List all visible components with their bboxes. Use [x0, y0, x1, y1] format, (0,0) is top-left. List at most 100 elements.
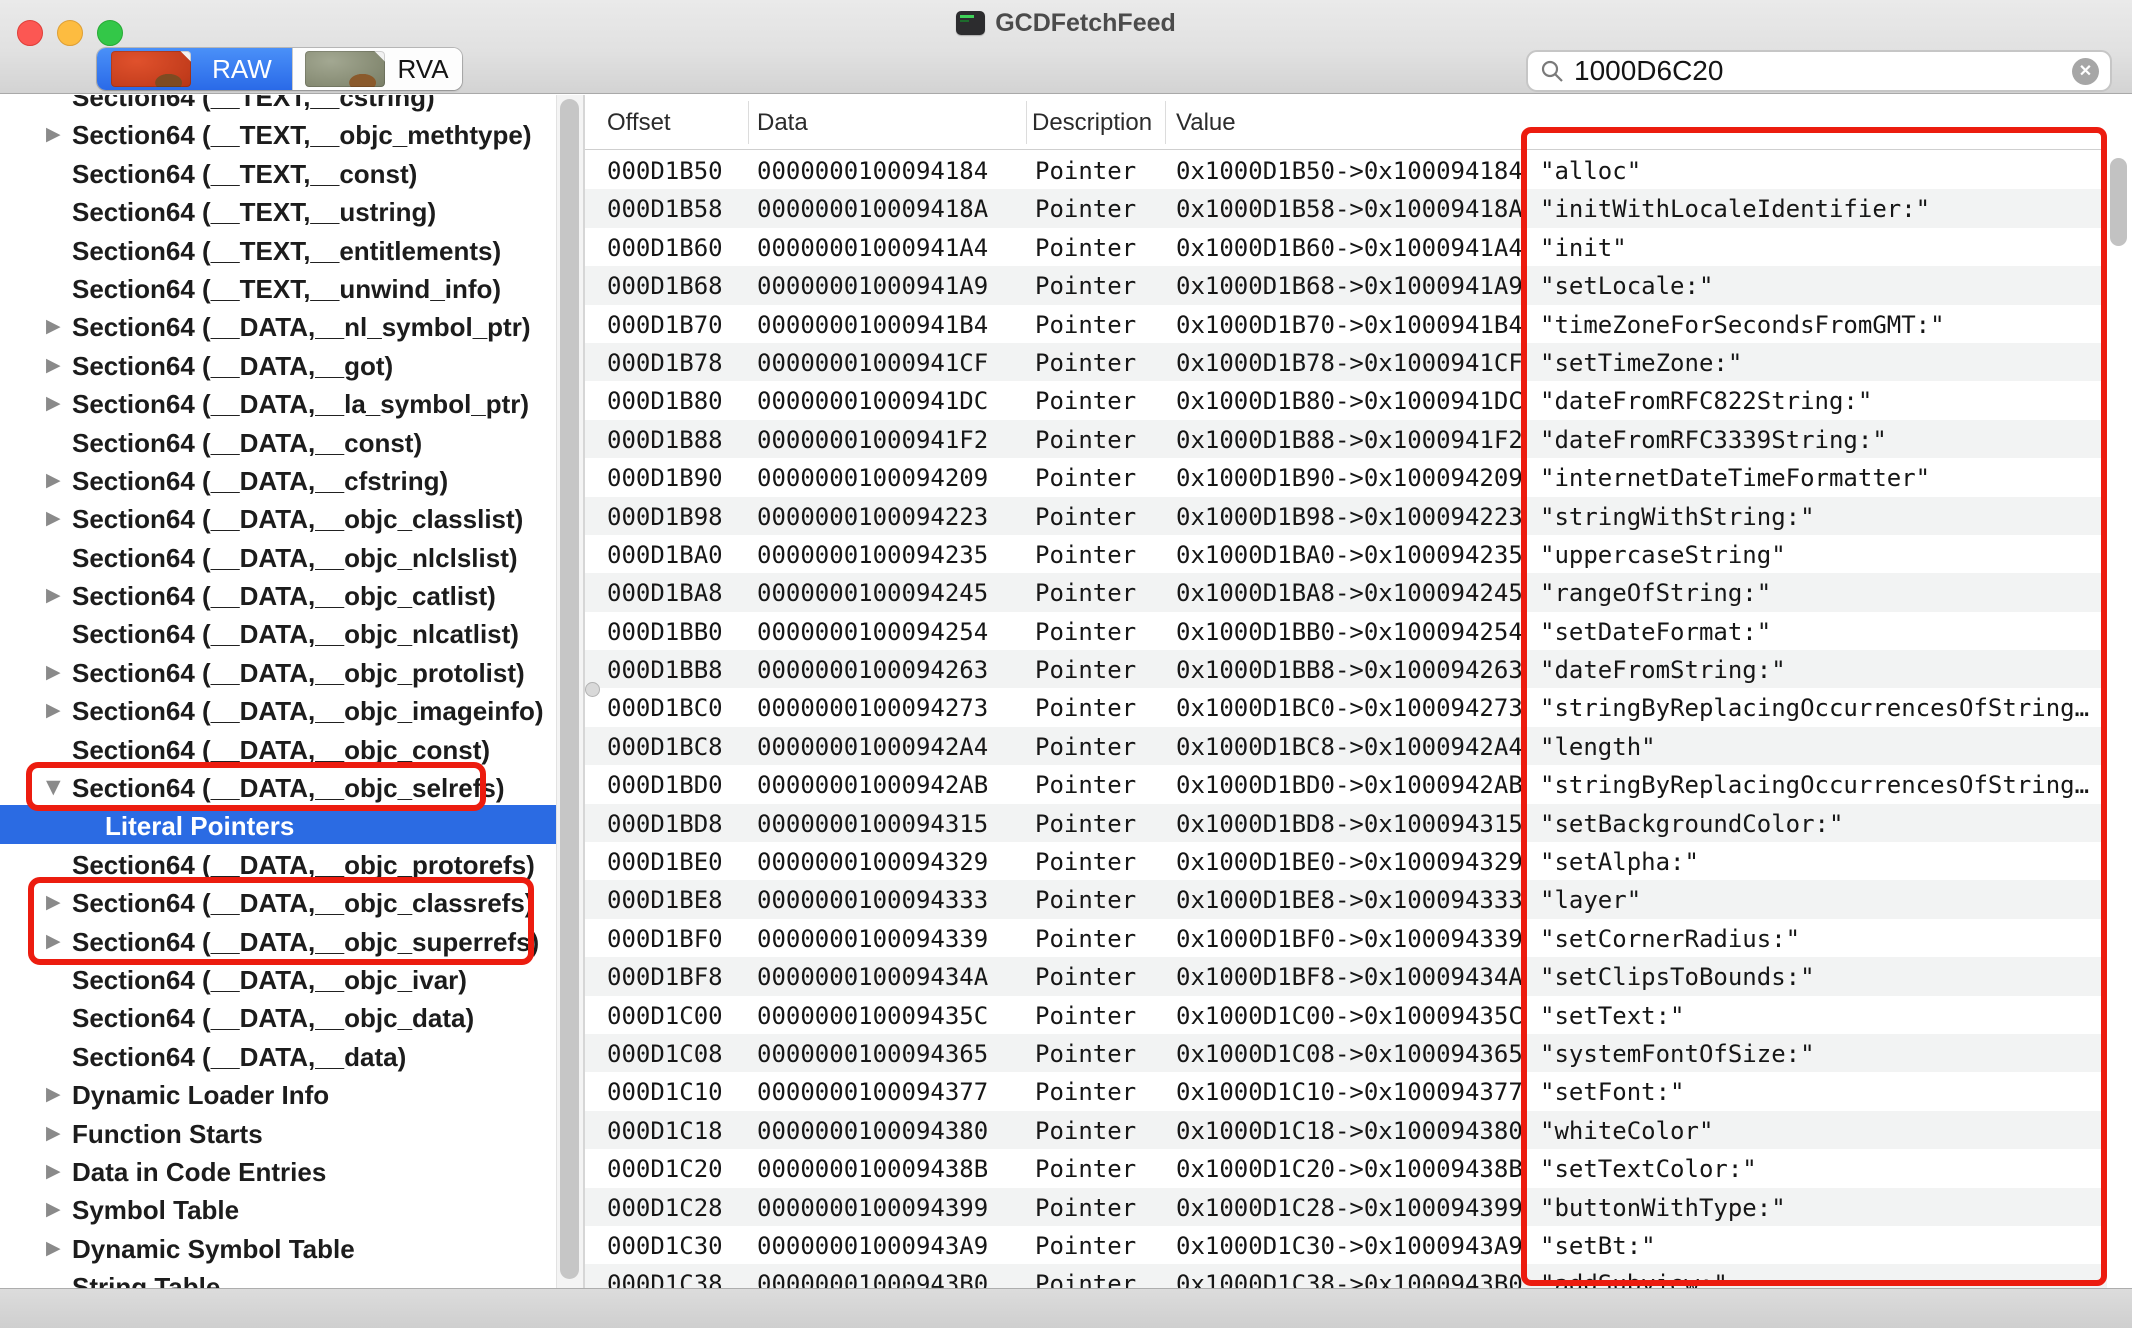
sidebar-item[interactable]: Section64 (__TEXT,__cstring): [0, 95, 556, 114]
data-cell: 00000001000942A4: [757, 733, 988, 761]
sidebar-item[interactable]: ▶Symbol Table: [0, 1189, 556, 1227]
table-row[interactable]: 000D1C3000000001000943A9Pointer0x1000D1C…: [585, 1226, 2132, 1264]
sidebar-item[interactable]: Section64 (__DATA,__objc_const): [0, 729, 556, 767]
table-row[interactable]: 000D1B8000000001000941DCPointer0x1000D1B…: [585, 381, 2132, 419]
disclosure-collapsed-icon[interactable]: ▶: [46, 891, 61, 913]
table-row[interactable]: 000D1C100000000100094377Pointer0x1000D1C…: [585, 1072, 2132, 1110]
disclosure-collapsed-icon[interactable]: ▶: [46, 1237, 61, 1259]
sidebar-item[interactable]: ▶Section64 (__DATA,__objc_superrefs): [0, 921, 556, 959]
table-scrollbar-track[interactable]: [2107, 95, 2132, 1288]
table-row[interactable]: 000D1B8800000001000941F2Pointer0x1000D1B…: [585, 420, 2132, 458]
table-row[interactable]: 000D1BF00000000100094339Pointer0x1000D1B…: [585, 919, 2132, 957]
sidebar-item-label: Section64 (__DATA,__objc_classrefs): [72, 888, 533, 919]
data-cell: 0000000100094339: [757, 925, 988, 953]
value-string-cell: "setDateFormat:": [1540, 618, 1771, 646]
sidebar-scrollbar-track[interactable]: [556, 95, 583, 1288]
sidebar-scrollbar-thumb[interactable]: [560, 99, 579, 1279]
splitter-handle[interactable]: [585, 682, 600, 697]
table-row[interactable]: 000D1C280000000100094399Pointer0x1000D1C…: [585, 1188, 2132, 1226]
table-row[interactable]: 000D1C180000000100094380Pointer0x1000D1C…: [585, 1111, 2132, 1149]
table-row[interactable]: 000D1BE00000000100094329Pointer0x1000D1B…: [585, 842, 2132, 880]
sidebar-item[interactable]: Section64 (__TEXT,__unwind_info): [0, 268, 556, 306]
table-row[interactable]: 000D1B7800000001000941CFPointer0x1000D1B…: [585, 343, 2132, 381]
table-row[interactable]: 000D1BC800000001000942A4Pointer0x1000D1B…: [585, 727, 2132, 765]
value-pointer-cell: 0x1000D1BD0->0x1000942AB: [1176, 771, 1523, 799]
disclosure-collapsed-icon[interactable]: ▶: [46, 354, 61, 376]
disclosure-collapsed-icon[interactable]: ▶: [46, 699, 61, 721]
disclosure-collapsed-icon[interactable]: ▶: [46, 1198, 61, 1220]
sidebar-item[interactable]: ▶Section64 (__DATA,__objc_protolist): [0, 652, 556, 690]
table-row[interactable]: 000D1B6800000001000941A9Pointer0x1000D1B…: [585, 266, 2132, 304]
table-row[interactable]: 000D1BE80000000100094333Pointer0x1000D1B…: [585, 880, 2132, 918]
disclosure-collapsed-icon[interactable]: ▶: [46, 584, 61, 606]
table-row[interactable]: 000D1B500000000100094184Pointer0x1000D1B…: [585, 151, 2132, 189]
table-row[interactable]: 000D1BF8000000010009434APointer0x1000D1B…: [585, 957, 2132, 995]
disclosure-collapsed-icon[interactable]: ▶: [46, 1160, 61, 1182]
clear-search-icon[interactable]: ✕: [2072, 58, 2099, 85]
sidebar-item[interactable]: ▶Function Starts: [0, 1113, 556, 1151]
window-title-area: GCDFetchFeed: [0, 8, 2132, 38]
table-row[interactable]: 000D1BA80000000100094245Pointer0x1000D1B…: [585, 573, 2132, 611]
search-input[interactable]: [1574, 54, 2044, 88]
disclosure-collapsed-icon[interactable]: ▶: [46, 1083, 61, 1105]
sidebar-item[interactable]: ▶Section64 (__DATA,__objc_imageinfo): [0, 690, 556, 728]
table-row[interactable]: 000D1B980000000100094223Pointer0x1000D1B…: [585, 497, 2132, 535]
sidebar-item-selected[interactable]: Literal Pointers: [0, 805, 556, 843]
sidebar-item[interactable]: ▶Dynamic Loader Info: [0, 1074, 556, 1112]
sidebar-item[interactable]: ▶Section64 (__DATA,__got): [0, 345, 556, 383]
sidebar-item[interactable]: Section64 (__TEXT,__const): [0, 153, 556, 191]
sidebar-item[interactable]: ▶Data in Code Entries: [0, 1151, 556, 1189]
sidebar-item[interactable]: String Table: [0, 1266, 556, 1288]
segment-raw[interactable]: RAW: [97, 48, 292, 90]
disclosure-collapsed-icon[interactable]: ▶: [46, 123, 61, 145]
sidebar-item[interactable]: ▶Section64 (__TEXT,__objc_methtype): [0, 114, 556, 152]
table-row[interactable]: 000D1C080000000100094365Pointer0x1000D1C…: [585, 1034, 2132, 1072]
segment-rva[interactable]: RVA: [292, 48, 462, 90]
table-row[interactable]: 000D1C3800000001000943B0Pointer0x1000D1C…: [585, 1264, 2132, 1288]
sidebar-item[interactable]: Section64 (__DATA,__objc_protorefs): [0, 844, 556, 882]
table-row[interactable]: 000D1B7000000001000941B4Pointer0x1000D1B…: [585, 305, 2132, 343]
table-row[interactable]: 000D1BA00000000100094235Pointer0x1000D1B…: [585, 535, 2132, 573]
sidebar-item[interactable]: ▼Section64 (__DATA,__objc_selrefs): [0, 767, 556, 805]
disclosure-collapsed-icon[interactable]: ▶: [46, 930, 61, 952]
column-header-value: Value: [1176, 95, 1236, 150]
disclosure-collapsed-icon[interactable]: ▶: [46, 392, 61, 414]
sidebar-item[interactable]: Section64 (__DATA,__data): [0, 1036, 556, 1074]
table-row[interactable]: 000D1B58000000010009418APointer0x1000D1B…: [585, 189, 2132, 227]
table-scrollbar-thumb[interactable]: [2110, 158, 2127, 246]
table-row[interactable]: 000D1B6000000001000941A4Pointer0x1000D1B…: [585, 228, 2132, 266]
table-row[interactable]: 000D1BC00000000100094273Pointer0x1000D1B…: [585, 688, 2132, 726]
value-string-cell: "stringByReplacingOccurrencesOfString…: [1540, 771, 2089, 799]
table-row[interactable]: 000D1C00000000010009435CPointer0x1000D1C…: [585, 996, 2132, 1034]
disclosure-collapsed-icon[interactable]: ▶: [46, 661, 61, 683]
offset-cell: 000D1B50: [607, 157, 723, 185]
table-row[interactable]: 000D1BB00000000100094254Pointer0x1000D1B…: [585, 612, 2132, 650]
sidebar-item[interactable]: ▶Section64 (__DATA,__cfstring): [0, 460, 556, 498]
disclosure-expanded-icon[interactable]: ▼: [46, 776, 61, 798]
disclosure-collapsed-icon[interactable]: ▶: [46, 469, 61, 491]
disclosure-collapsed-icon[interactable]: ▶: [46, 315, 61, 337]
table-row[interactable]: 000D1BD80000000100094315Pointer0x1000D1B…: [585, 804, 2132, 842]
sidebar-item[interactable]: ▶Section64 (__DATA,__nl_symbol_ptr): [0, 306, 556, 344]
sidebar-item[interactable]: ▶Section64 (__DATA,__objc_catlist): [0, 575, 556, 613]
sidebar-item[interactable]: Section64 (__DATA,__objc_nlcatlist): [0, 613, 556, 651]
table-row[interactable]: 000D1BD000000001000942ABPointer0x1000D1B…: [585, 765, 2132, 803]
disclosure-collapsed-icon[interactable]: ▶: [46, 1122, 61, 1144]
sidebar-item[interactable]: Section64 (__DATA,__const): [0, 422, 556, 460]
table-row[interactable]: 000D1C20000000010009438BPointer0x1000D1C…: [585, 1149, 2132, 1187]
search-field[interactable]: ✕: [1526, 50, 2112, 92]
data-cell: 0000000100094365: [757, 1040, 988, 1068]
sidebar-item[interactable]: Section64 (__DATA,__objc_nlclslist): [0, 537, 556, 575]
sidebar-item[interactable]: Section64 (__TEXT,__ustring): [0, 191, 556, 229]
sidebar-item[interactable]: Section64 (__TEXT,__entitlements): [0, 230, 556, 268]
sidebar-item[interactable]: ▶Dynamic Symbol Table: [0, 1228, 556, 1266]
table-row[interactable]: 000D1BB80000000100094263Pointer0x1000D1B…: [585, 650, 2132, 688]
sidebar-item[interactable]: ▶ Section64 (__DATA,__objc_classrefs): [0, 882, 556, 920]
disclosure-collapsed-icon[interactable]: ▶: [46, 507, 61, 529]
sidebar-item[interactable]: Section64 (__DATA,__objc_data): [0, 997, 556, 1035]
sidebar-item[interactable]: Section64 (__DATA,__objc_ivar): [0, 959, 556, 997]
table-row[interactable]: 000D1B900000000100094209Pointer0x1000D1B…: [585, 458, 2132, 496]
sidebar-item[interactable]: ▶Section64 (__DATA,__la_symbol_ptr): [0, 383, 556, 421]
description-cell: Pointer: [1035, 503, 1136, 531]
sidebar-item[interactable]: ▶Section64 (__DATA,__objc_classlist): [0, 498, 556, 536]
